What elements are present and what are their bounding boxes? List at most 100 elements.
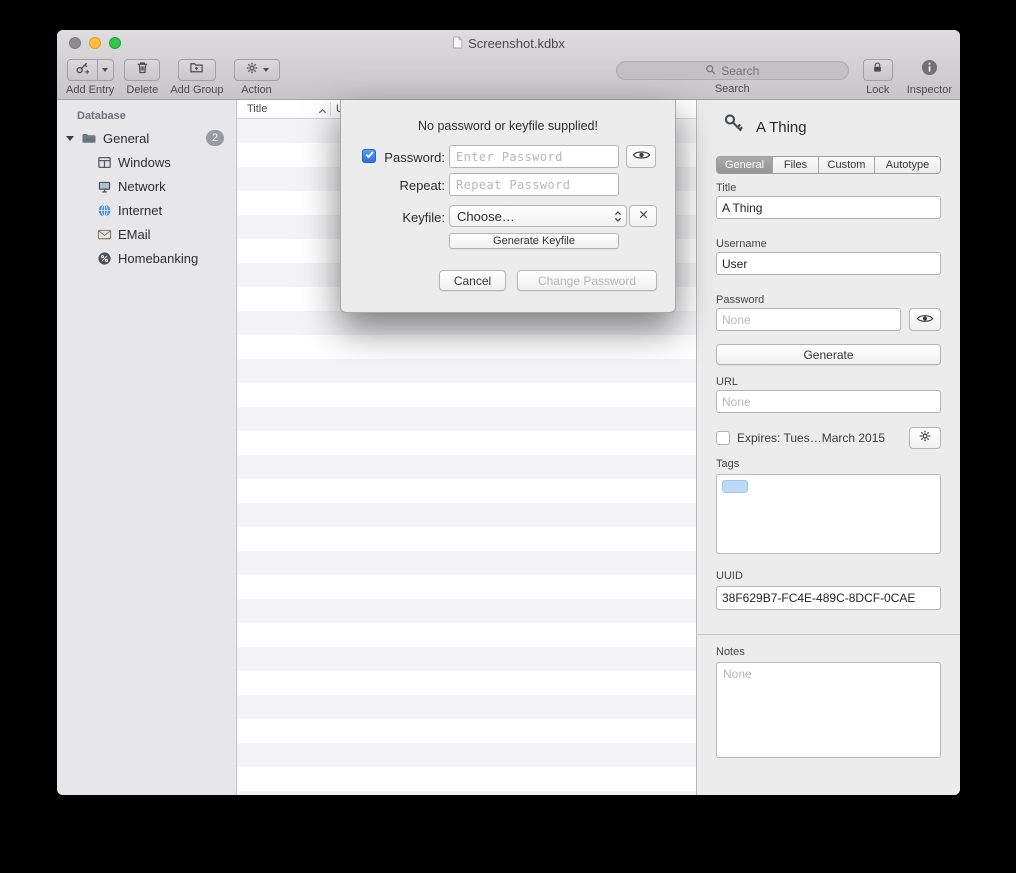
sidebar-item-label: EMail: [118, 227, 151, 242]
chevron-down-icon: [263, 68, 269, 72]
percent-coin-icon: [95, 251, 113, 266]
keyfile-label: Keyfile:: [379, 210, 445, 225]
sidebar-section-header: Database: [57, 100, 236, 126]
password-field-label: Password: [716, 294, 764, 306]
lock-toolbar-item: Lock: [863, 59, 893, 96]
window-icon: [95, 155, 113, 170]
key-plus-icon: [75, 60, 90, 80]
eye-icon: [916, 311, 934, 329]
inspector-toolbar-item: Inspector: [907, 59, 952, 96]
column-divider: [330, 102, 331, 116]
expires-label: Expires: Tues…March 2015: [737, 431, 885, 445]
username-field-label: Username: [716, 238, 767, 250]
change-password-button[interactable]: Change Password: [517, 270, 657, 291]
window-title: Screenshot.kdbx: [57, 35, 960, 52]
trash-icon: [135, 60, 150, 80]
window-chrome: Screenshot.kdbx Add Entry: [57, 30, 960, 100]
show-password-button[interactable]: [909, 308, 941, 331]
repeat-label: Repeat:: [379, 178, 445, 193]
inspector-button[interactable]: [921, 59, 938, 81]
generate-keyfile-button[interactable]: Generate Keyfile: [449, 233, 619, 249]
x-icon: [638, 207, 649, 225]
search-input[interactable]: Search: [616, 61, 849, 80]
tab-custom[interactable]: Custom: [819, 157, 875, 173]
magnifier-icon: [705, 64, 716, 78]
keyfile-popup-value: Choose…: [457, 209, 515, 224]
disclosure-triangle-icon[interactable]: [65, 136, 75, 141]
notes-label: Notes: [716, 646, 745, 658]
tab-files[interactable]: Files: [773, 157, 819, 173]
uuid-field[interactable]: [716, 586, 941, 610]
title-field[interactable]: [716, 196, 941, 219]
generate-password-button[interactable]: Generate: [716, 344, 941, 365]
search-label: Search: [715, 83, 750, 95]
notes-field[interactable]: [716, 662, 941, 758]
repeat-password-input[interactable]: [449, 173, 619, 196]
password-field[interactable]: [716, 308, 901, 331]
window-title-text: Screenshot.kdbx: [468, 36, 565, 51]
sheet-message: No password or keyfile supplied!: [341, 119, 675, 133]
column-header-title[interactable]: Title: [247, 103, 267, 115]
sidebar-item-network[interactable]: Network: [57, 174, 236, 198]
globe-icon: [95, 203, 113, 218]
password-input[interactable]: [449, 145, 619, 168]
inspector-tabs: General Files Custom Autotype: [716, 156, 941, 174]
monitor-icon: [95, 179, 113, 194]
sidebar-item-label: Homebanking: [118, 251, 198, 266]
entry-title: A Thing: [756, 119, 807, 136]
gear-icon: [245, 61, 259, 80]
document-proxy-icon: [452, 36, 463, 52]
lock-label: Lock: [866, 84, 889, 96]
tab-autotype[interactable]: Autotype: [875, 157, 940, 173]
action-button[interactable]: [234, 59, 280, 81]
sidebar-item-label: General: [103, 131, 149, 146]
add-group-label: Add Group: [170, 84, 223, 96]
lock-button[interactable]: [863, 59, 893, 81]
action-label: Action: [241, 84, 272, 96]
inspector-label: Inspector: [907, 84, 952, 96]
envelope-icon: [95, 227, 113, 242]
add-entry-button[interactable]: [67, 59, 98, 81]
tag-chip[interactable]: [722, 480, 748, 493]
delete-label: Delete: [126, 84, 158, 96]
sidebar-item-homebanking[interactable]: Homebanking: [57, 246, 236, 270]
search-placeholder: Search: [721, 64, 759, 78]
expires-checkbox[interactable]: [716, 431, 730, 445]
username-field[interactable]: [716, 252, 941, 275]
delete-button[interactable]: [124, 59, 160, 81]
chevron-down-icon: [102, 68, 108, 72]
url-field[interactable]: [716, 390, 941, 413]
inspector-panel: A Thing General Files Custom Autotype Ti…: [696, 100, 960, 795]
sidebar-item-general[interactable]: General 2: [57, 126, 236, 150]
sidebar-item-internet[interactable]: Internet: [57, 198, 236, 222]
group-sidebar: Database General 2 Windows Network: [57, 100, 237, 795]
sort-ascending-icon: [318, 105, 327, 117]
sidebar-item-email[interactable]: EMail: [57, 222, 236, 246]
app-window: Screenshot.kdbx Add Entry: [57, 30, 960, 795]
clear-keyfile-button[interactable]: [629, 205, 657, 227]
sidebar-item-label: Windows: [118, 155, 171, 170]
uuid-label: UUID: [716, 570, 743, 582]
tags-box[interactable]: [716, 474, 941, 554]
desktop-background: { "window": { "title": "Screenshot.kdbx"…: [0, 0, 1016, 873]
tags-label: Tags: [716, 458, 739, 470]
url-field-label: URL: [716, 376, 738, 388]
padlock-icon: [871, 61, 884, 79]
add-entry-label: Add Entry: [66, 84, 114, 96]
add-group-button[interactable]: [178, 59, 216, 81]
inspector-entry-header: A Thing: [721, 108, 807, 146]
search-toolbar-item: Search Search: [616, 59, 849, 95]
checkmark-icon: [364, 147, 375, 165]
sidebar-item-windows[interactable]: Windows: [57, 150, 236, 174]
sidebar-item-label: Internet: [118, 203, 162, 218]
password-checkbox[interactable]: [362, 149, 376, 163]
add-entry-toolbar-item: Add Entry: [66, 59, 114, 96]
tab-general[interactable]: General: [717, 157, 773, 173]
title-field-label: Title: [716, 182, 736, 194]
cancel-button[interactable]: Cancel: [439, 270, 506, 291]
keyfile-popup[interactable]: Choose…: [449, 205, 627, 227]
show-password-button[interactable]: [626, 145, 656, 168]
expires-settings-button[interactable]: [909, 427, 941, 449]
add-entry-dropdown-button[interactable]: [97, 59, 114, 81]
add-group-toolbar-item: Add Group: [170, 59, 223, 96]
